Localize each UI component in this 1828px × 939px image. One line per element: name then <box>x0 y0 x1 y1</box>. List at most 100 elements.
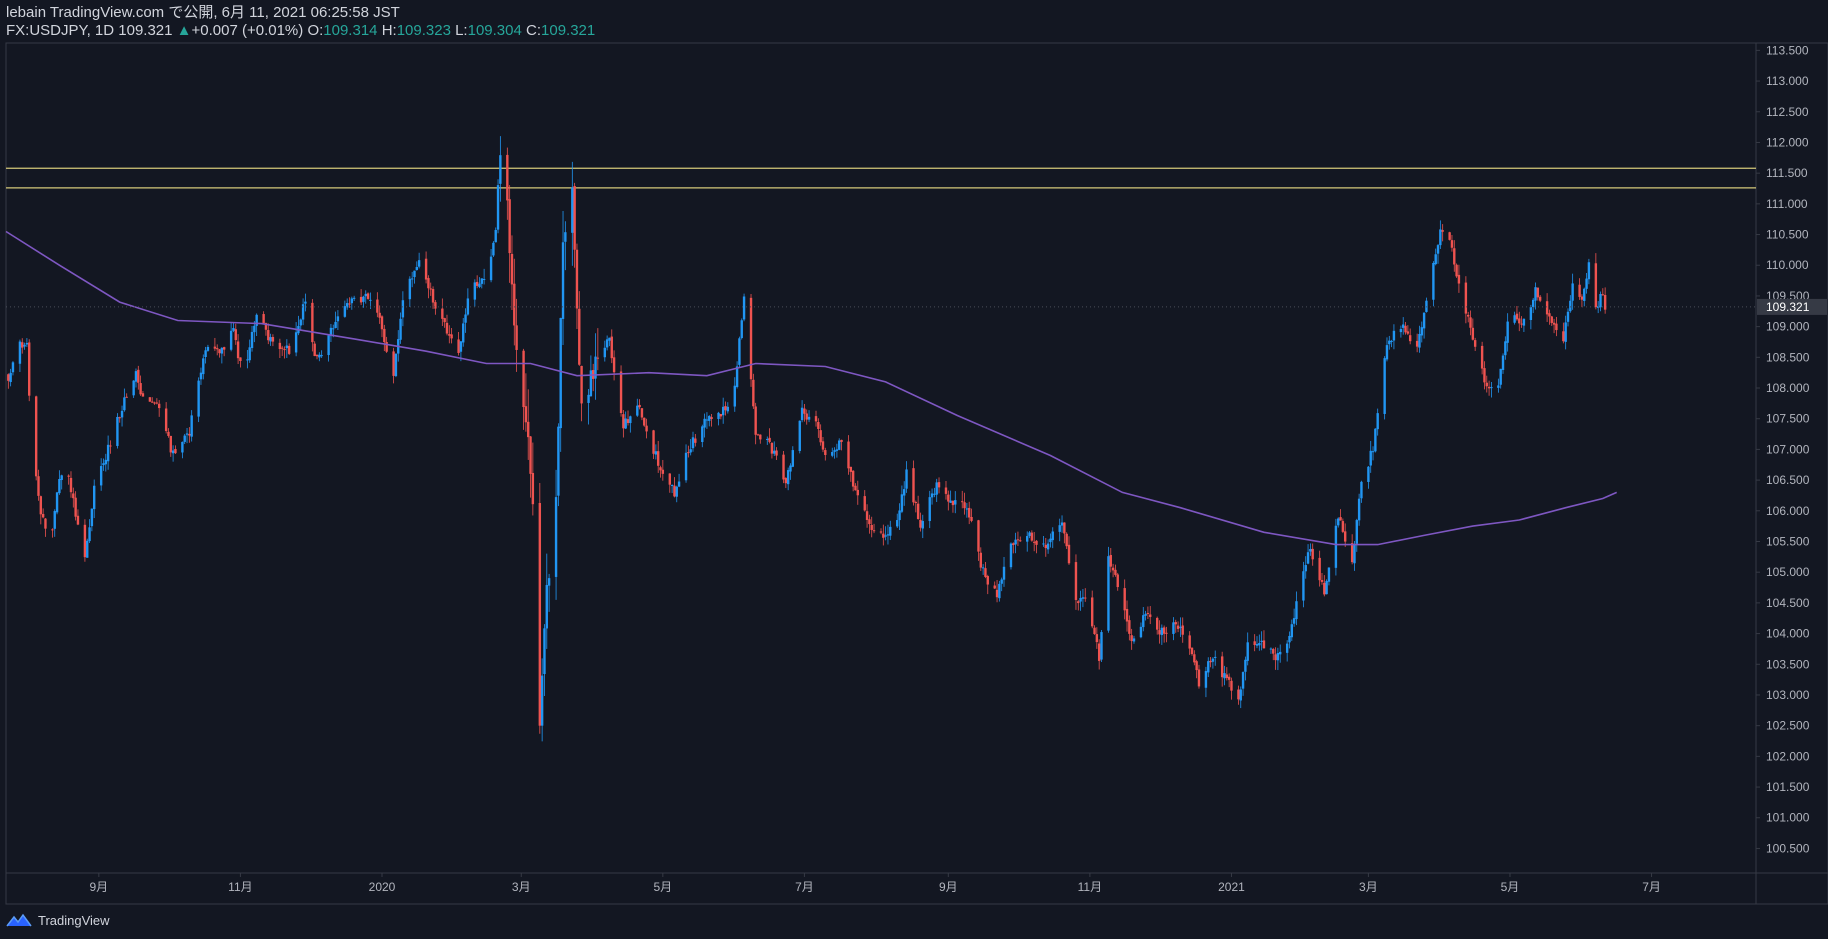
price-tick-label: 113.000 <box>1766 74 1809 88</box>
candle <box>561 211 565 346</box>
candle <box>738 336 741 368</box>
time-tick-label: 3月 <box>512 880 531 894</box>
candle <box>188 427 191 443</box>
candle <box>1035 540 1038 554</box>
candle <box>1418 325 1421 353</box>
candle <box>870 516 873 538</box>
resistance-lines[interactable] <box>6 167 1756 189</box>
candle <box>759 434 762 444</box>
candle <box>1000 577 1003 592</box>
candle <box>1063 522 1066 544</box>
candle <box>1585 273 1588 294</box>
candle <box>1350 534 1354 565</box>
candle <box>979 547 983 571</box>
candle <box>1360 480 1363 503</box>
candle <box>28 339 31 402</box>
candle <box>297 315 300 336</box>
candle <box>174 445 177 454</box>
price-tick-label: 112.000 <box>1766 135 1809 149</box>
candle <box>494 227 497 243</box>
candle <box>239 357 242 368</box>
candle <box>104 453 108 472</box>
candle <box>148 396 152 402</box>
candle <box>1081 588 1085 608</box>
candle <box>1158 620 1161 644</box>
footer-brand: TradingView <box>38 912 110 928</box>
candle <box>670 484 674 494</box>
candle <box>1100 630 1103 663</box>
candle <box>949 490 952 503</box>
candle <box>1016 531 1020 547</box>
candle <box>726 402 730 414</box>
candle <box>1562 322 1565 344</box>
candle <box>1552 318 1556 334</box>
candle <box>1042 535 1045 547</box>
candle <box>640 408 644 421</box>
price-axis[interactable]: 100.500 101.000 101.500 102.000 102.500 103.0… <box>1756 43 1810 855</box>
candle <box>1341 518 1345 534</box>
candle <box>944 480 948 500</box>
candle <box>18 339 22 372</box>
candle <box>872 523 876 534</box>
candle <box>1214 650 1217 666</box>
candle <box>1555 316 1558 337</box>
price-tick-label: 105.500 <box>1766 534 1810 548</box>
candle <box>1065 532 1068 549</box>
candle <box>466 288 470 316</box>
candle <box>912 460 915 506</box>
candle <box>1211 657 1215 669</box>
candle <box>589 355 593 397</box>
candle <box>981 564 985 575</box>
candle <box>1518 311 1521 332</box>
candle <box>448 325 451 344</box>
candle <box>1225 667 1229 681</box>
candle <box>970 508 973 523</box>
candle <box>708 415 711 427</box>
footer[interactable]: TradingView <box>6 910 110 930</box>
candle <box>571 161 574 266</box>
candle <box>928 490 931 529</box>
candle <box>1002 557 1006 587</box>
candle <box>626 410 630 426</box>
candle <box>343 300 347 318</box>
time-axis[interactable]: 9月 11月 2020 3月 5月 7月 9月 11月 2021 3月 5月 7月 <box>89 873 1661 894</box>
candle <box>884 526 887 541</box>
candle <box>1587 258 1591 285</box>
candle <box>413 270 416 284</box>
candle <box>67 474 70 485</box>
candle <box>1564 315 1567 350</box>
candle <box>1074 554 1078 610</box>
candle <box>1179 617 1182 637</box>
candle <box>248 339 251 363</box>
candle <box>190 410 193 442</box>
price-tick-label: 101.500 <box>1766 780 1810 794</box>
candle <box>74 491 77 521</box>
candle <box>947 490 950 511</box>
candle <box>775 447 778 461</box>
candle <box>903 481 906 506</box>
last-price-tag: 109.321 <box>1757 298 1827 315</box>
candle <box>392 347 395 384</box>
candle <box>1292 608 1296 627</box>
candle <box>1253 634 1256 652</box>
candle <box>1260 631 1263 651</box>
candle <box>271 334 275 347</box>
candle <box>721 397 725 424</box>
candle <box>287 343 291 356</box>
candle <box>1388 335 1391 350</box>
candle <box>1093 625 1096 635</box>
candle <box>125 393 128 398</box>
candle <box>756 433 760 436</box>
candle <box>1311 543 1314 566</box>
candle <box>267 323 270 345</box>
candle <box>559 317 562 452</box>
candle <box>1385 337 1389 362</box>
candle <box>294 322 298 357</box>
candle <box>417 252 421 269</box>
candle <box>1144 610 1147 621</box>
candle <box>554 469 558 600</box>
candle <box>961 490 964 509</box>
candle <box>1367 465 1370 489</box>
moving-average-line[interactable] <box>5 230 1618 546</box>
price-chart[interactable]: 100.500 101.000 101.500 102.000 102.500 103.0… <box>0 0 1828 939</box>
